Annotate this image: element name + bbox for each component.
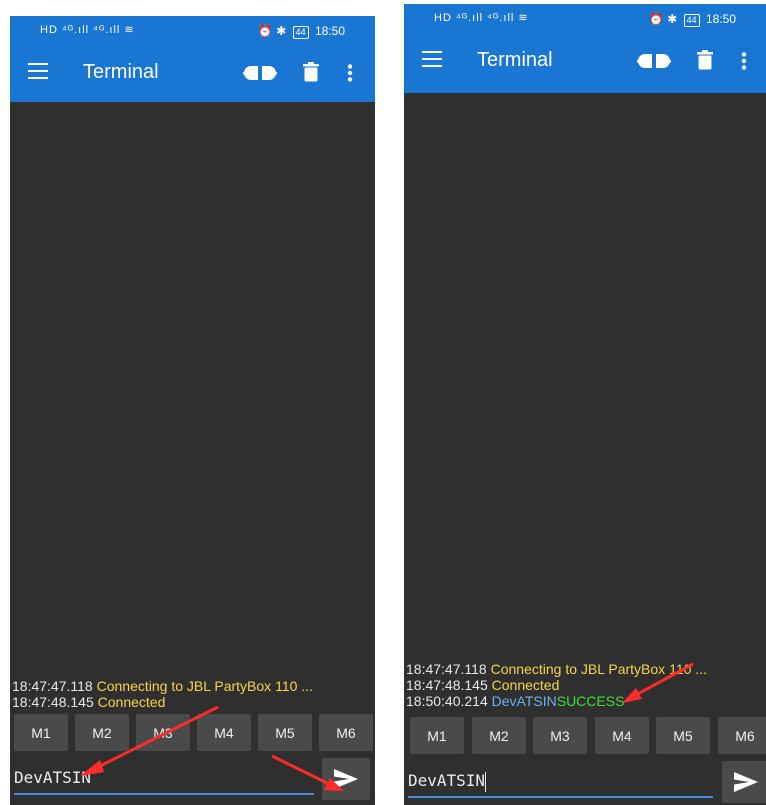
hamburger-menu-icon[interactable] bbox=[28, 63, 48, 79]
status-bar: HD ⁴ᴳ.ıll ⁴ᴳ.ıll ≋ ⏰ ✱ 44 18:50 bbox=[10, 16, 375, 45]
plug-disconnect-icon[interactable] bbox=[243, 63, 277, 83]
log-line: 18:47:48.145 Connected bbox=[12, 694, 375, 710]
terminal-log: 18:47:47.118 Connecting to JBL PartyBox … bbox=[406, 661, 766, 709]
send-button[interactable] bbox=[722, 761, 766, 803]
terminal-log: 18:47:47.118 Connecting to JBL PartyBox … bbox=[12, 678, 375, 710]
macro-button-m4[interactable]: M4 bbox=[595, 717, 649, 754]
macro-button-m3[interactable]: M3 bbox=[136, 714, 190, 751]
status-time: 18:50 bbox=[705, 12, 736, 26]
macro-button-m5[interactable]: M5 bbox=[258, 714, 312, 751]
macro-button-row: M1 M2 M3 M4 M5 M6 bbox=[408, 717, 766, 754]
send-icon bbox=[334, 769, 358, 789]
status-right: ⏰ ✱ 44 18:50 bbox=[649, 12, 736, 27]
macro-button-m2[interactable]: M2 bbox=[75, 714, 129, 751]
bluetooth-icon: ✱ bbox=[276, 24, 287, 38]
log-line: 18:50:40.214 DevATSINSUCCESS bbox=[406, 693, 766, 709]
battery-icon: 44 bbox=[683, 14, 700, 27]
macro-button-m1[interactable]: M1 bbox=[14, 714, 68, 751]
left-phone-screen: HD ⁴ᴳ.ıll ⁴ᴳ.ıll ≋ ⏰ ✱ 44 18:50 Terminal… bbox=[10, 16, 375, 805]
signal-indicators: HD ⁴ᴳ.ıll ⁴ᴳ.ıll ≋ bbox=[40, 24, 135, 36]
send-row: DevATSIN bbox=[404, 758, 766, 805]
command-input-value: DevATSIN bbox=[408, 771, 486, 790]
macro-button-m2[interactable]: M2 bbox=[472, 717, 526, 754]
log-timestamp: 18:47:47.118 bbox=[12, 678, 93, 694]
status-right: ⏰ ✱ 44 18:50 bbox=[258, 24, 345, 39]
more-vert-icon[interactable] bbox=[347, 64, 353, 82]
command-input[interactable]: DevATSIN bbox=[14, 763, 314, 795]
plug-disconnect-icon[interactable] bbox=[637, 51, 671, 71]
send-row: DevATSIN bbox=[10, 755, 375, 805]
more-vert-icon[interactable] bbox=[741, 52, 747, 70]
signal-indicators: HD ⁴ᴳ.ıll ⁴ᴳ.ıll ≋ bbox=[434, 12, 529, 24]
macro-button-m5[interactable]: M5 bbox=[656, 717, 710, 754]
app-bar: Terminal bbox=[10, 45, 375, 102]
trash-icon[interactable] bbox=[697, 50, 713, 70]
text-caret bbox=[485, 771, 487, 792]
log-timestamp: 18:50:40.214 bbox=[406, 693, 488, 709]
log-line: 18:47:47.118 Connecting to JBL PartyBox … bbox=[406, 661, 766, 677]
alarm-icon: ⏰ bbox=[648, 12, 664, 26]
app-title: Terminal bbox=[83, 61, 159, 83]
log-sent-text: DevATSIN bbox=[491, 693, 557, 709]
macro-button-m6[interactable]: M6 bbox=[319, 714, 373, 751]
log-message: Connecting to JBL PartyBox 110 ... bbox=[490, 661, 707, 677]
log-timestamp: 18:47:48.145 bbox=[12, 694, 94, 710]
send-button[interactable] bbox=[322, 758, 370, 800]
macro-button-m3[interactable]: M3 bbox=[533, 717, 587, 754]
right-phone-screen: HD ⁴ᴳ.ıll ⁴ᴳ.ıll ≋ ⏰ ✱ 44 18:50 Terminal… bbox=[404, 4, 766, 805]
status-time: 18:50 bbox=[314, 24, 345, 38]
send-icon bbox=[734, 772, 758, 792]
alarm-icon: ⏰ bbox=[257, 24, 273, 38]
macro-button-m1[interactable]: M1 bbox=[410, 717, 464, 754]
log-line: 18:47:47.118 Connecting to JBL PartyBox … bbox=[12, 678, 375, 694]
command-input[interactable]: DevATSIN bbox=[408, 766, 713, 798]
bluetooth-icon: ✱ bbox=[667, 12, 678, 26]
log-timestamp: 18:47:47.118 bbox=[406, 661, 487, 677]
log-message: Connected bbox=[491, 677, 560, 693]
hamburger-menu-icon[interactable] bbox=[422, 51, 442, 67]
macro-button-m4[interactable]: M4 bbox=[197, 714, 251, 751]
trash-icon[interactable] bbox=[303, 62, 319, 82]
battery-icon: 44 bbox=[292, 26, 309, 39]
app-bar: Terminal bbox=[404, 33, 766, 93]
macro-button-m6[interactable]: M6 bbox=[718, 717, 766, 754]
log-message: Connecting to JBL PartyBox 110 ... bbox=[96, 678, 313, 694]
app-title: Terminal bbox=[477, 49, 553, 71]
log-line: 18:47:48.145 Connected bbox=[406, 677, 766, 693]
log-timestamp: 18:47:48.145 bbox=[406, 677, 488, 693]
status-bar: HD ⁴ᴳ.ıll ⁴ᴳ.ıll ≋ ⏰ ✱ 44 18:50 bbox=[404, 4, 766, 33]
log-received-text: SUCCESS bbox=[556, 693, 625, 709]
macro-button-row: M1 M2 M3 M4 M5 M6 bbox=[14, 714, 375, 751]
command-input-value: DevATSIN bbox=[14, 768, 92, 787]
log-message: Connected bbox=[97, 694, 166, 710]
